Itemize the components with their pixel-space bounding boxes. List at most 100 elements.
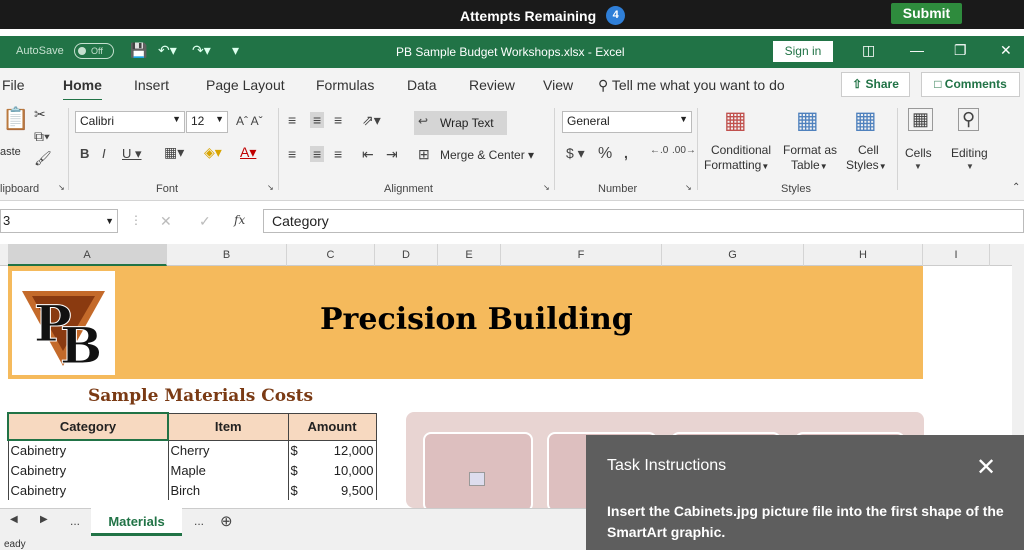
tab-page-layout[interactable]: Page Layout <box>206 77 285 93</box>
column-header-i[interactable]: I <box>923 244 990 266</box>
tab-home[interactable]: Home <box>63 77 102 102</box>
formula-input[interactable]: Category <box>263 209 1024 233</box>
cut-icon[interactable]: ✂ <box>34 106 46 123</box>
fill-color-icon[interactable]: ◈▾ <box>204 144 222 161</box>
font-color-icon[interactable]: A▾ <box>240 144 256 161</box>
align-middle-icon[interactable]: ≡ <box>310 112 325 128</box>
add-sheet-icon[interactable]: ⊕ <box>220 512 233 530</box>
borders-icon[interactable]: ▦▾ <box>164 144 184 161</box>
column-header-e[interactable]: E <box>438 244 501 266</box>
save-icon[interactable]: 💾 <box>130 42 147 59</box>
enter-icon[interactable]: ✓ <box>199 213 211 230</box>
cell-amount[interactable]: $10,000 <box>287 460 377 480</box>
paste-icon[interactable]: 📋 <box>2 106 29 132</box>
underline-icon[interactable]: U ▾ <box>122 146 142 162</box>
company-logo[interactable]: P B <box>12 271 115 376</box>
smartart-shape-1[interactable] <box>423 432 533 512</box>
close-icon[interactable]: ✕ <box>976 453 996 482</box>
currency-icon[interactable]: $ ▾ <box>566 145 585 162</box>
number-launcher-icon[interactable]: ↘ <box>685 183 692 192</box>
undo-icon[interactable]: ↶▾ <box>158 42 177 59</box>
conditional-formatting-icon[interactable]: ▦ <box>724 106 747 135</box>
clipboard-launcher-icon[interactable]: ↘ <box>58 183 65 192</box>
increase-font-icon[interactable]: Aˆ Aˇ <box>236 114 263 128</box>
tab-insert[interactable]: Insert <box>134 77 169 93</box>
cells-icon[interactable]: ▦ <box>908 108 934 131</box>
header-item[interactable]: Item <box>167 412 289 441</box>
copy-icon[interactable]: ⧉▾ <box>34 128 50 145</box>
column-header-d[interactable]: D <box>375 244 438 266</box>
minimize-icon[interactable]: — <box>910 42 924 58</box>
column-header-h[interactable]: H <box>804 244 923 266</box>
format-as-table-icon[interactable]: ▦ <box>796 106 819 135</box>
more-sheets-right[interactable]: ... <box>194 514 204 528</box>
autosave-toggle[interactable]: Off <box>74 43 114 59</box>
conditional-formatting-button[interactable]: Conditional <box>706 143 776 157</box>
cancel-icon[interactable]: ✕ <box>160 213 172 230</box>
scroll-left-icon[interactable]: ◀ <box>10 514 18 525</box>
cell-category[interactable]: Cabinetry <box>7 440 169 460</box>
orientation-icon[interactable]: ⇗▾ <box>362 112 381 129</box>
column-header-f[interactable]: F <box>501 244 662 266</box>
header-category[interactable]: Category <box>7 412 169 441</box>
tell-me-box[interactable]: ⚲ Tell me what you want to do <box>598 77 785 94</box>
close-window-icon[interactable]: ✕ <box>1000 42 1012 59</box>
column-header-g[interactable]: G <box>662 244 804 266</box>
scroll-right-icon[interactable]: ▶ <box>40 514 48 525</box>
collapse-ribbon-icon[interactable]: ⌃ <box>1012 182 1020 193</box>
font-launcher-icon[interactable]: ↘ <box>267 183 274 192</box>
cell-item[interactable]: Maple <box>167 460 289 480</box>
cells-button[interactable]: Cells <box>905 146 932 160</box>
restore-icon[interactable]: ❐ <box>954 42 967 59</box>
number-format-select[interactable]: General ▼ <box>562 111 692 133</box>
cell-item[interactable]: Birch <box>167 480 289 500</box>
format-painter-icon[interactable]: 🖌 <box>34 150 52 167</box>
increase-indent-icon[interactable]: ⇥ <box>386 146 398 163</box>
increase-decimal-icon[interactable]: ←.0 <box>650 145 668 156</box>
cell-item[interactable]: Cherry <box>167 440 289 460</box>
picture-placeholder-icon[interactable] <box>469 472 485 486</box>
format-as-table-button[interactable]: Format as <box>783 143 837 157</box>
comments-button[interactable]: □ Comments <box>921 72 1020 97</box>
header-amount[interactable]: Amount <box>287 412 377 441</box>
align-top-icon[interactable]: ≡ <box>288 112 296 128</box>
bold-icon[interactable]: B <box>80 146 89 161</box>
cell-category[interactable]: Cabinetry <box>7 480 169 500</box>
tab-file[interactable]: File <box>2 77 25 93</box>
merge-center-button[interactable]: Merge & Center ▾ <box>440 148 534 162</box>
redo-icon[interactable]: ↷▾ <box>192 42 211 59</box>
percent-icon[interactable]: % <box>598 145 612 163</box>
cell-category[interactable]: Cabinetry <box>7 460 169 480</box>
customize-qat-icon[interactable]: ▾ <box>232 42 239 59</box>
submit-button[interactable]: Submit <box>891 3 962 24</box>
tab-view[interactable]: View <box>543 77 573 93</box>
align-left-icon[interactable]: ≡ <box>288 146 296 162</box>
sheet-tab-materials[interactable]: Materials <box>91 508 182 536</box>
tab-formulas[interactable]: Formulas <box>316 77 374 93</box>
tab-review[interactable]: Review <box>469 77 515 93</box>
cell-styles-icon[interactable]: ▦ <box>854 106 877 135</box>
sign-in-button[interactable]: Sign in <box>773 41 833 62</box>
column-header-c[interactable]: C <box>287 244 375 266</box>
tab-data[interactable]: Data <box>407 77 437 93</box>
insert-function-icon[interactable]: fx <box>234 213 245 227</box>
name-box[interactable]: 3 ▼ <box>0 209 118 233</box>
decrease-decimal-icon[interactable]: .00→ <box>672 145 696 156</box>
cell-amount[interactable]: $9,500 <box>287 480 377 500</box>
cell-styles-button[interactable]: Cell <box>858 143 879 157</box>
align-center-icon[interactable]: ≡ <box>310 146 325 162</box>
ribbon-display-icon[interactable]: ◫ <box>862 42 875 59</box>
cell-amount[interactable]: $12,000 <box>287 440 377 460</box>
search-icon[interactable]: ⚲ <box>958 108 980 131</box>
share-button[interactable]: ⇧ Share <box>841 72 910 97</box>
font-size-select[interactable]: 12 ▼ <box>186 111 228 133</box>
column-header-b[interactable]: B <box>167 244 287 266</box>
alignment-launcher-icon[interactable]: ↘ <box>543 183 550 192</box>
italic-icon[interactable]: I <box>102 146 106 161</box>
font-name-select[interactable]: Calibri ▼ <box>75 111 185 133</box>
align-bottom-icon[interactable]: ≡ <box>334 112 342 128</box>
column-header-a[interactable]: A <box>8 244 167 266</box>
editing-button[interactable]: Editing <box>951 146 988 160</box>
align-right-icon[interactable]: ≡ <box>334 146 342 162</box>
comma-icon[interactable]: , <box>624 145 628 161</box>
